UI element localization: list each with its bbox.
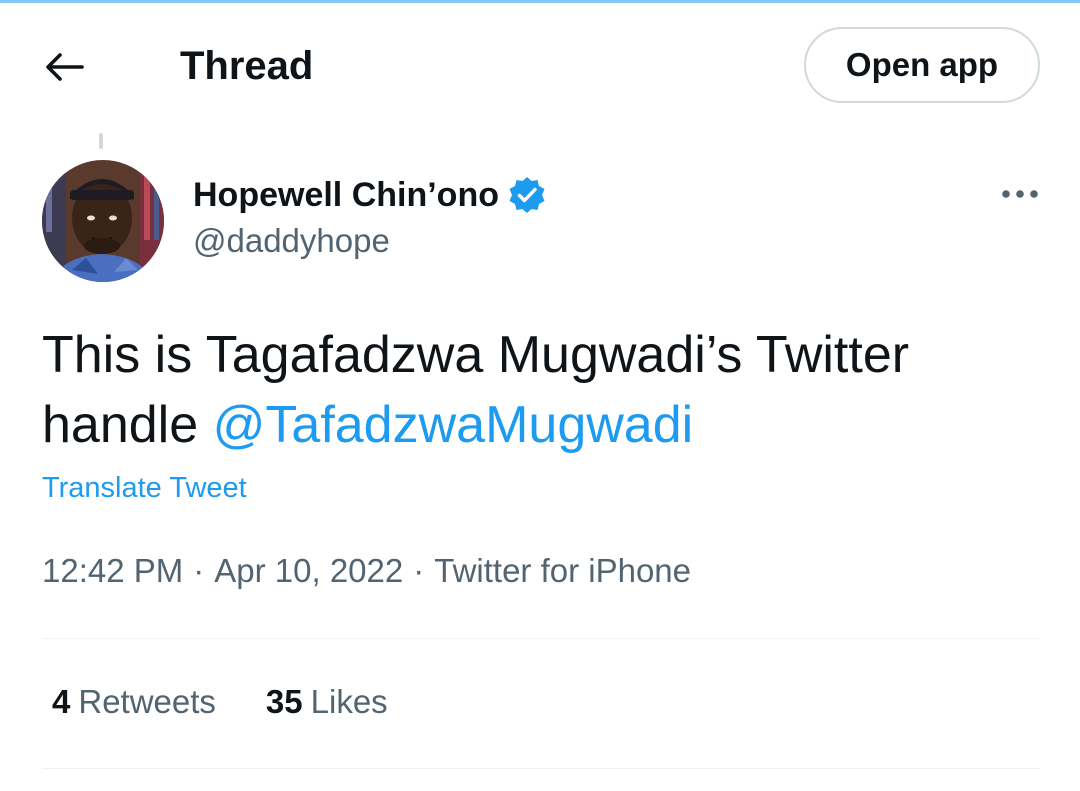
more-horizontal-icon [1002, 190, 1038, 198]
thread-connector-line [99, 133, 103, 149]
divider [42, 638, 1040, 639]
verified-badge-icon [509, 177, 545, 213]
header: Thread Open app [0, 0, 1080, 130]
avatar-photo [42, 160, 164, 282]
open-app-button[interactable]: Open app [804, 27, 1040, 103]
engagement-stats: 4 Retweets 35 Likes [52, 683, 438, 721]
tweet-time[interactable]: 12:42 PM [42, 552, 183, 589]
arrow-left-icon [46, 53, 84, 81]
page-title: Thread [180, 44, 314, 88]
tweet-date[interactable]: Apr 10, 2022 [214, 552, 403, 589]
author-name-row: Hopewell Chin’ono [193, 172, 547, 218]
tweet-metadata: 12:42 PM · Apr 10, 2022 · Twitter for iPhone [42, 552, 691, 590]
divider [42, 768, 1040, 769]
author-display-name[interactable]: Hopewell Chin’ono [193, 176, 499, 215]
meta-separator: · [193, 552, 205, 589]
retweets-label: Retweets [78, 683, 216, 720]
likes-stat[interactable]: 35 Likes [266, 683, 388, 721]
translate-tweet-link[interactable]: Translate Tweet [42, 472, 247, 505]
retweets-stat[interactable]: 4 Retweets [52, 683, 216, 721]
back-button[interactable] [32, 40, 96, 94]
tweet-text: This is Tagafadzwa Mugwadi’s Twitter han… [42, 320, 1042, 460]
more-options-button[interactable] [992, 176, 1048, 212]
retweets-count: 4 [52, 683, 71, 720]
avatar[interactable] [42, 160, 164, 282]
mention-link[interactable]: @TafadzwaMugwadi [213, 396, 694, 454]
tweet-source[interactable]: Twitter for iPhone [434, 552, 691, 589]
author-handle[interactable]: @daddyhope [193, 222, 390, 260]
likes-count: 35 [265, 683, 303, 720]
meta-separator: · [413, 552, 425, 589]
likes-label: Likes [310, 683, 388, 720]
